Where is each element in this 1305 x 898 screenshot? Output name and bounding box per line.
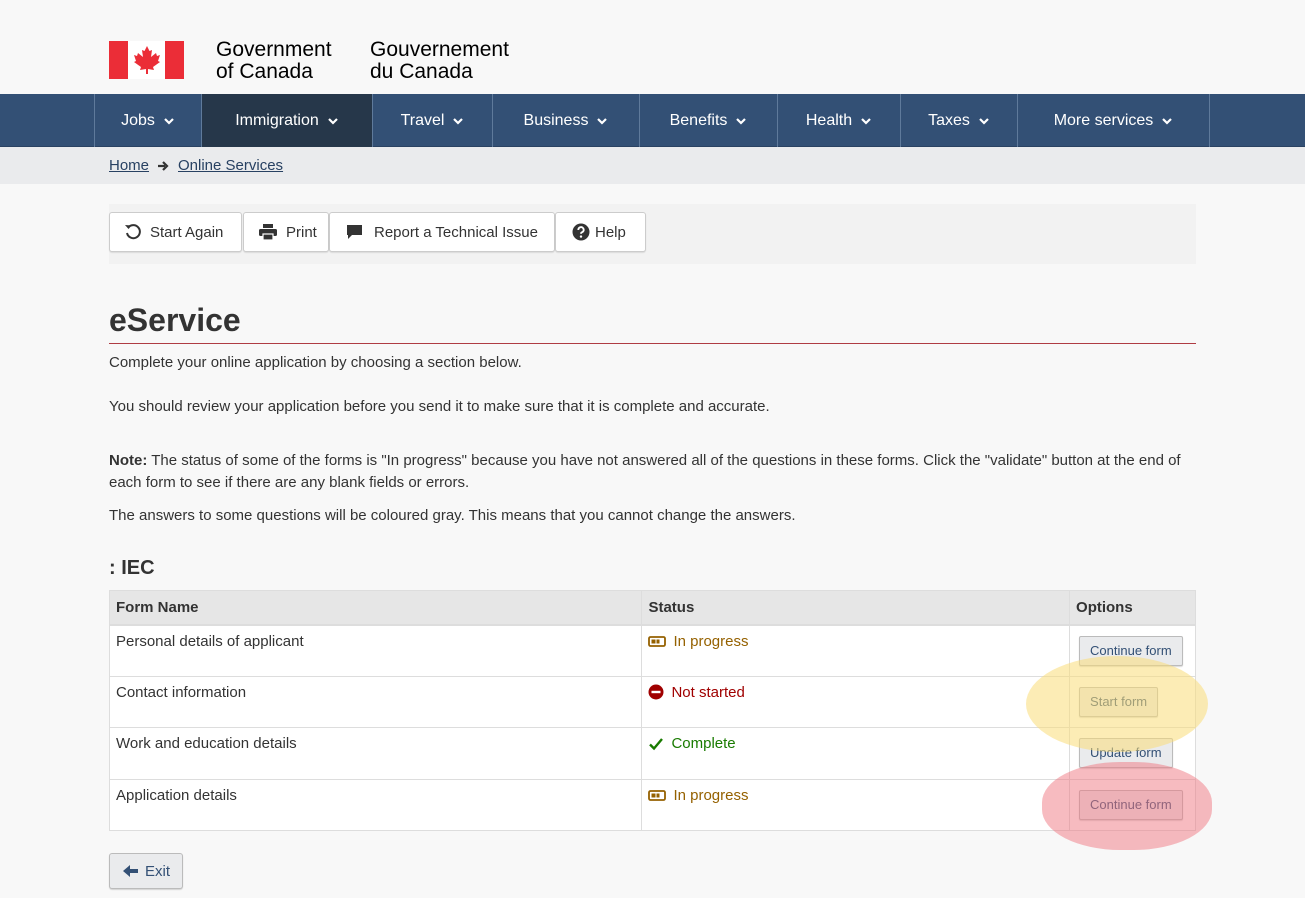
continue-form-button[interactable]: Continue form [1079,789,1183,820]
status-label: In progress [673,632,749,650]
page-title: eService [109,302,241,338]
menu-divider [1209,94,1210,147]
chevron-down-icon [979,117,989,125]
help-label: Help [595,223,626,241]
form-name-cell: Personal details of applicant [108,624,643,677]
status-cell: Not started [641,675,1071,728]
options-cell: Continue form [1069,778,1196,831]
menu-item-jobs[interactable]: Jobs [94,94,201,147]
menu-item-health[interactable]: Health [777,94,900,147]
progress-bar-icon [648,789,667,801]
exit-label: Exit [145,862,171,880]
gc-header: Government of Canada Gouvernement du Can… [0,0,1305,94]
breadcrumb-home-link[interactable]: Home [109,157,149,174]
table-row: Personal details of applicant In progres… [108,624,1196,677]
status-in-progress: In progress [648,633,1063,650]
table-row: Application details In progress Continue… [108,778,1196,831]
status-cell: Complete [641,727,1071,780]
table-row: Work and education details Complete Upda… [108,727,1196,780]
signature-french: Gouvernement du Canada [370,38,509,83]
report-technical-issue-button[interactable]: Report a Technical Issue [329,212,555,252]
menu-item-label: Immigration [235,111,319,129]
menu-item-travel[interactable]: Travel [372,94,492,147]
chevron-down-icon [861,117,871,125]
status-not-started: Not started [648,684,1063,701]
signature-english: Government of Canada [216,38,332,83]
report-label: Report a Technical Issue [374,223,538,241]
status-label: Complete [671,735,736,752]
refresh-icon [125,224,141,240]
menu-item-label: Jobs [121,111,155,129]
note-text: Note: The status of some of the forms is… [109,450,1196,494]
status-cell: In progress [641,778,1071,831]
column-header-status: Status [641,590,1071,626]
comment-icon [347,225,362,239]
review-text: You should review your application befor… [109,398,770,415]
intro-text: Complete your online application by choo… [109,354,522,371]
menu-item-taxes[interactable]: Taxes [900,94,1017,147]
update-form-button[interactable]: Update form [1079,738,1173,768]
help-button[interactable]: Help [555,212,646,252]
menu-item-label: More services [1053,111,1154,129]
chevron-down-icon [597,117,608,125]
menu-item-benefits[interactable]: Benefits [639,94,777,147]
table-row: Contact information Not started Start fo… [108,675,1196,728]
column-header-form-name: Form Name [108,590,643,626]
maple-leaf-icon [134,46,160,74]
start-again-button[interactable]: Start Again [109,212,242,252]
options-cell: Continue form [1069,624,1196,677]
progress-bar-icon [648,635,667,647]
menu-item-business[interactable]: Business [492,94,639,147]
start-again-label: Start Again [150,223,224,241]
menu-item-label: Health [805,111,853,129]
options-cell: Start form [1069,675,1196,728]
chevron-down-icon [736,117,747,125]
minus-circle-icon [648,684,664,700]
note-body: The status of some of the forms is "In p… [109,452,1181,491]
menu-item-label: Taxes [928,111,970,129]
menu-item-label: Business [523,111,589,129]
printer-icon [259,224,277,241]
section-heading: : IEC [109,557,155,579]
question-circle-icon [572,223,590,241]
main-menu: Jobs Immigration Travel Business Benefit… [0,94,1305,147]
chevron-down-icon [164,117,174,125]
chevron-down-icon [328,117,338,125]
form-name-cell: Contact information [108,675,643,728]
chevron-down-icon [453,117,464,125]
table-header-row: Form Name Status Options [108,590,1196,626]
breadcrumb-online-services-link[interactable]: Online Services [178,157,283,174]
menu-item-label: Benefits [669,111,728,129]
exit-button[interactable]: Exit [109,853,183,889]
breadcrumb: Home Online Services [0,147,1305,184]
note-label: Note: [109,452,148,469]
menu-item-label: Travel [400,111,445,129]
arrow-right-icon [158,161,169,171]
forms-table: Form Name Status Options Personal detail… [108,590,1196,831]
status-complete: Complete [648,735,1063,752]
gray-answers-text: The answers to some questions will be co… [109,507,796,524]
chevron-down-icon [1162,117,1173,125]
options-cell: Update form [1069,727,1196,780]
print-label: Print [286,223,317,241]
start-form-button[interactable]: Start form [1079,686,1159,717]
canada-flag-logo[interactable] [109,41,184,79]
menu-item-immigration[interactable]: Immigration [201,94,372,147]
checkmark-icon [649,737,664,750]
menu-item-more-services[interactable]: More services [1017,94,1209,147]
title-underline [109,343,1196,344]
status-label: Not started [671,683,745,701]
status-cell: In progress [641,624,1071,677]
form-name-cell: Work and education details [108,727,643,780]
form-name-cell: Application details [108,778,643,831]
status-in-progress: In progress [648,787,1063,804]
print-button[interactable]: Print [243,212,329,252]
continue-form-button[interactable]: Continue form [1079,635,1183,666]
column-header-options: Options [1069,590,1196,626]
status-label: In progress [673,786,749,804]
arrow-left-icon [123,865,138,877]
